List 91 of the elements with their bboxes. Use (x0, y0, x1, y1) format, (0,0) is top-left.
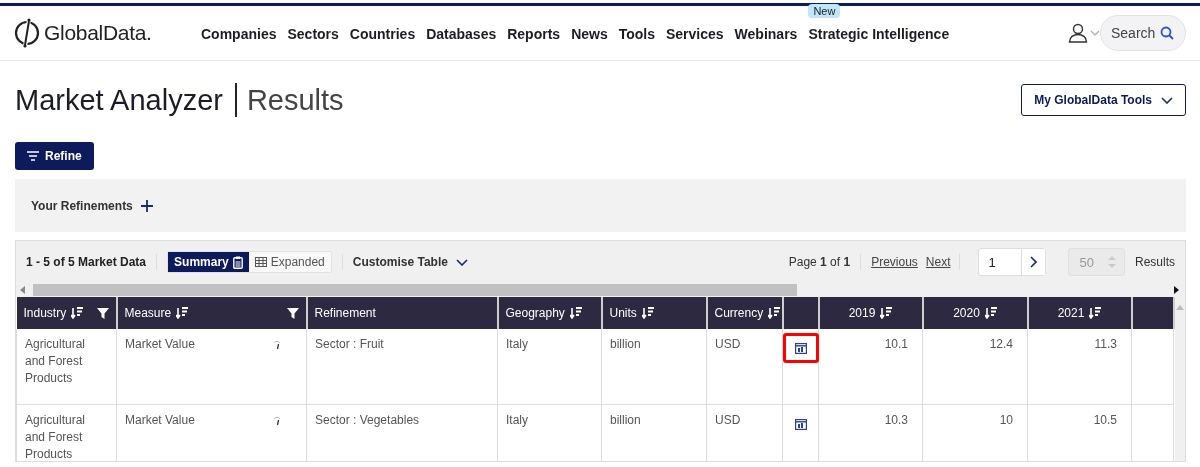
scroll-left-icon (20, 286, 25, 294)
column-label: 2019 (848, 306, 876, 320)
nav-link[interactable]: Sectors (287, 24, 339, 42)
chevron-down-icon (1161, 96, 1173, 104)
column-header[interactable]: 2021 (1027, 297, 1132, 329)
nav-link[interactable]: Tools (618, 24, 655, 42)
sort-icon (768, 307, 781, 319)
view-tab[interactable]: Expanded (248, 252, 331, 272)
page-title: Market Analyzer (15, 83, 223, 117)
sort-icon (569, 307, 582, 319)
column-label: Industry (23, 306, 67, 320)
results-count: 1 - 5 of 5 Market Data (26, 255, 147, 269)
table-cell: 10.3 (884, 413, 908, 427)
refinements-label: Your Refinements (31, 198, 133, 213)
chevron-down-icon (1090, 30, 1100, 36)
chart-window-icon (795, 342, 807, 354)
column-label: 2021 (1057, 306, 1085, 320)
page-info: Page 1 of 1 (788, 255, 851, 269)
table-cell: 11.3 (1094, 337, 1117, 351)
next-link[interactable]: Next (925, 255, 951, 269)
table-cell-text: Italy (506, 412, 529, 429)
sort-icon (641, 307, 654, 319)
filter-icon (96, 307, 109, 319)
nav-link[interactable]: Services (666, 24, 724, 42)
column-header[interactable]: Industry (16, 297, 117, 329)
table-cell-text: Agricultural and Forest Products (25, 412, 87, 461)
table-cell-text: billion (610, 412, 642, 429)
column-header[interactable]: Currency (706, 297, 783, 329)
table-cell-text: Italy (506, 336, 529, 353)
nav-link[interactable]: Databases (426, 24, 497, 42)
column-header[interactable]: Measure (116, 297, 307, 329)
new-badge: New (808, 4, 841, 18)
nav-link[interactable]: Reports (507, 24, 561, 42)
results-label: Results (1135, 255, 1175, 269)
nav-link[interactable]: Companies (201, 24, 277, 42)
grid-icon (254, 257, 267, 267)
table-cell: 12.4 (989, 337, 1013, 351)
table-cell-text: Market Value (125, 336, 196, 353)
account-button[interactable] (1068, 23, 1100, 43)
column-header[interactable]: Units (601, 297, 707, 329)
page-size-value: 50 (1079, 254, 1094, 270)
column-header[interactable]: 2019 (818, 297, 923, 329)
column-label: Measure (124, 306, 172, 320)
add-refinement-button[interactable] (138, 197, 155, 214)
sort-icon (984, 307, 997, 319)
table-cell-text: USD (715, 412, 742, 429)
refine-button[interactable]: Refine (15, 142, 94, 170)
sort-icon (71, 307, 84, 319)
column-label: Refinement (314, 306, 376, 320)
table-cell: 10.5 (1093, 413, 1117, 427)
clipboard-icon (232, 255, 243, 269)
page-subtitle: Results (246, 83, 344, 117)
column-label: Currency (714, 306, 764, 320)
chevron-down-icon (455, 258, 468, 266)
column-header[interactable]: 2020 (922, 297, 1028, 329)
plus-icon (140, 199, 153, 212)
table-cell-text: billion (610, 336, 642, 353)
search-icon (1160, 26, 1174, 40)
scroll-up-icon (1175, 305, 1184, 310)
view-tab[interactable]: Summary (168, 252, 249, 272)
filter-lines-icon (27, 151, 39, 161)
table-cell: 10.1 (884, 337, 908, 351)
table-cell-text: Agricultural and Forest Products (25, 336, 87, 387)
table-cell-text: Sector : Vegetables (315, 412, 421, 429)
nav-link[interactable]: News (571, 24, 608, 42)
nav-link[interactable]: Webinars (734, 24, 798, 42)
table-cell-text: Market Value (125, 412, 196, 429)
column-label: Units (609, 306, 637, 320)
chart-button[interactable] (783, 333, 819, 363)
sort-icon (1089, 307, 1102, 319)
spinner-arrows-icon (1108, 255, 1116, 269)
table-cell: 10 (999, 413, 1013, 427)
search-field[interactable]: Search (1100, 15, 1186, 51)
column-label: Geography (505, 306, 565, 320)
globe-logo-icon (14, 18, 40, 48)
logo-text: GlobalData. (44, 21, 152, 45)
column-header[interactable]: Geography (497, 297, 602, 329)
table-cell-text: USD (715, 336, 742, 353)
user-icon (1068, 23, 1088, 43)
customise-table-dropdown[interactable]: Customise Table (352, 255, 468, 269)
column-label: 2020 (953, 306, 980, 320)
table-cell-text: Sector : Fruit (315, 336, 385, 353)
scroll-right-icon (1174, 286, 1179, 294)
sort-icon (880, 307, 893, 319)
nav-link[interactable]: Countries (349, 24, 416, 42)
previous-link[interactable]: Previous (871, 255, 918, 269)
filter-icon (286, 307, 299, 319)
scrollbar-thumb[interactable] (33, 284, 797, 296)
chart-window-icon (795, 418, 807, 430)
tools-dropdown-button[interactable]: My GlobalData Tools (1021, 84, 1186, 116)
sort-icon (176, 307, 189, 319)
